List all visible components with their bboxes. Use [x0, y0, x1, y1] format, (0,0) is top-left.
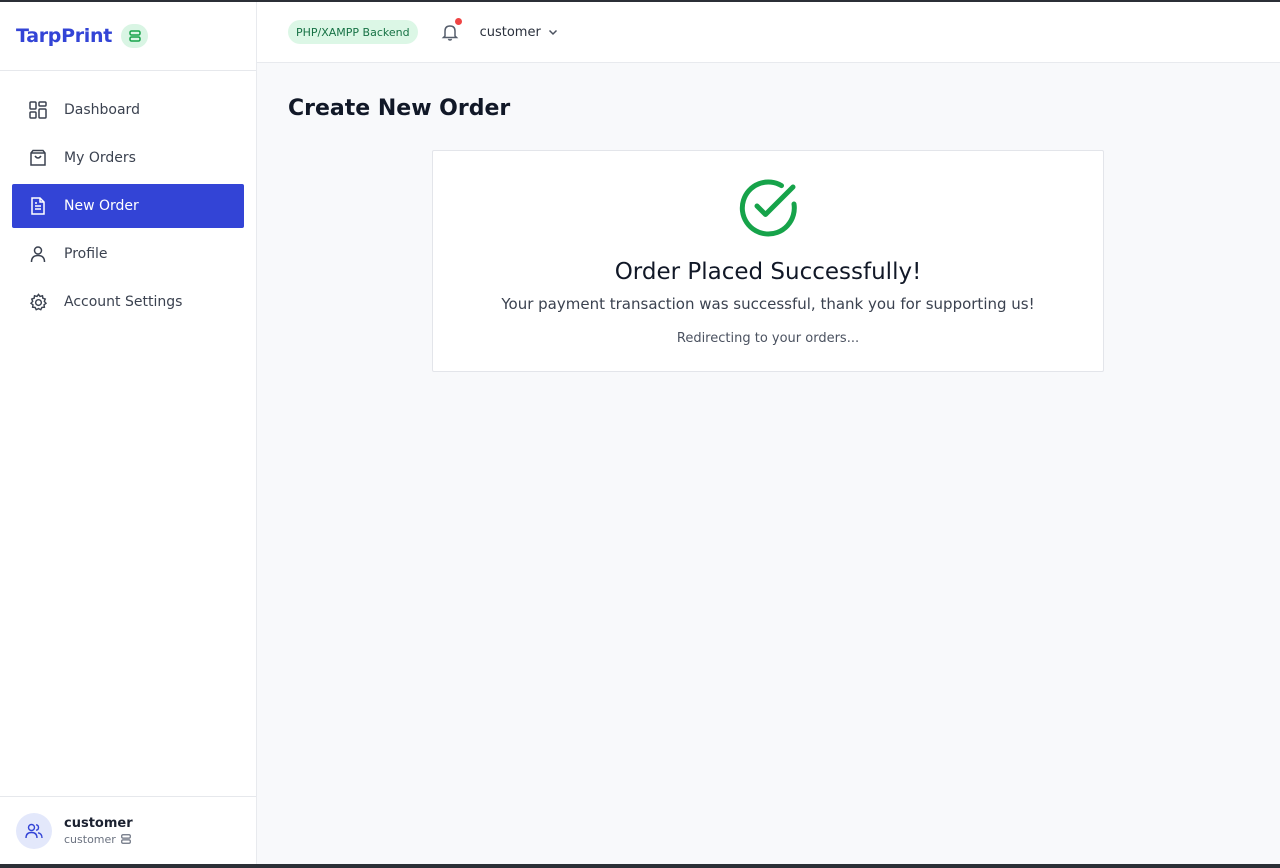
sidebar-item-label: New Order [64, 198, 139, 214]
database-icon [120, 834, 131, 844]
check-circle-icon [433, 177, 1103, 239]
backend-badge: PHP/XAMPP Backend [288, 20, 418, 44]
main-area: PHP/XAMPP Backend customer Create New Or… [257, 2, 1280, 864]
success-message: Your payment transaction was successful,… [501, 295, 1035, 313]
sidebar-item-label: Profile [64, 246, 108, 262]
redirect-note: Redirecting to your orders... [676, 331, 860, 346]
page-title: Create New Order [288, 96, 511, 121]
sidebar-item-my-orders[interactable]: My Orders [12, 136, 244, 180]
user-icon [28, 244, 48, 264]
order-success-card: Order Placed Successfully! Your payment … [432, 150, 1104, 372]
sidebar-item-new-order[interactable]: New Order [12, 184, 244, 228]
dashboard-grid-icon [28, 100, 48, 120]
user-role: customer [64, 833, 133, 846]
notification-dot [454, 18, 462, 25]
users-icon [16, 812, 52, 849]
success-title: Order Placed Successfully! [614, 259, 922, 285]
sidebar-item-dashboard[interactable]: Dashboard [12, 88, 244, 132]
sidebar-item-label: My Orders [64, 150, 136, 166]
app-window: TarpPrint Dashboard My Orders New Order … [0, 2, 1280, 864]
brand-header: TarpPrint [0, 2, 256, 71]
chevron-down-icon [548, 29, 557, 36]
sidebar-user-card[interactable]: customer customer [0, 796, 256, 864]
sidebar: TarpPrint Dashboard My Orders New Order … [0, 2, 257, 864]
gear-icon [28, 292, 48, 312]
sidebar-nav: Dashboard My Orders New Order Profile Ac… [0, 71, 256, 328]
file-text-icon [28, 196, 48, 216]
user-role-label: customer [64, 832, 116, 846]
shopping-bag-icon [28, 148, 48, 168]
database-icon [121, 24, 149, 48]
user-info: customer customer [64, 816, 133, 846]
sidebar-item-profile[interactable]: Profile [12, 232, 244, 276]
user-name: customer [64, 815, 133, 831]
user-menu-dropdown[interactable]: customer [480, 25, 559, 40]
sidebar-item-account-settings[interactable]: Account Settings [12, 280, 244, 324]
notification-bell-icon[interactable] [439, 18, 462, 43]
user-menu-label: customer [479, 24, 541, 40]
topbar: PHP/XAMPP Backend customer [257, 2, 1280, 63]
sidebar-item-label: Dashboard [64, 102, 140, 118]
page-content: Create New Order Order Placed Successful… [257, 63, 1280, 372]
sidebar-item-label: Account Settings [64, 294, 183, 310]
brand-logo[interactable]: TarpPrint [16, 25, 112, 47]
